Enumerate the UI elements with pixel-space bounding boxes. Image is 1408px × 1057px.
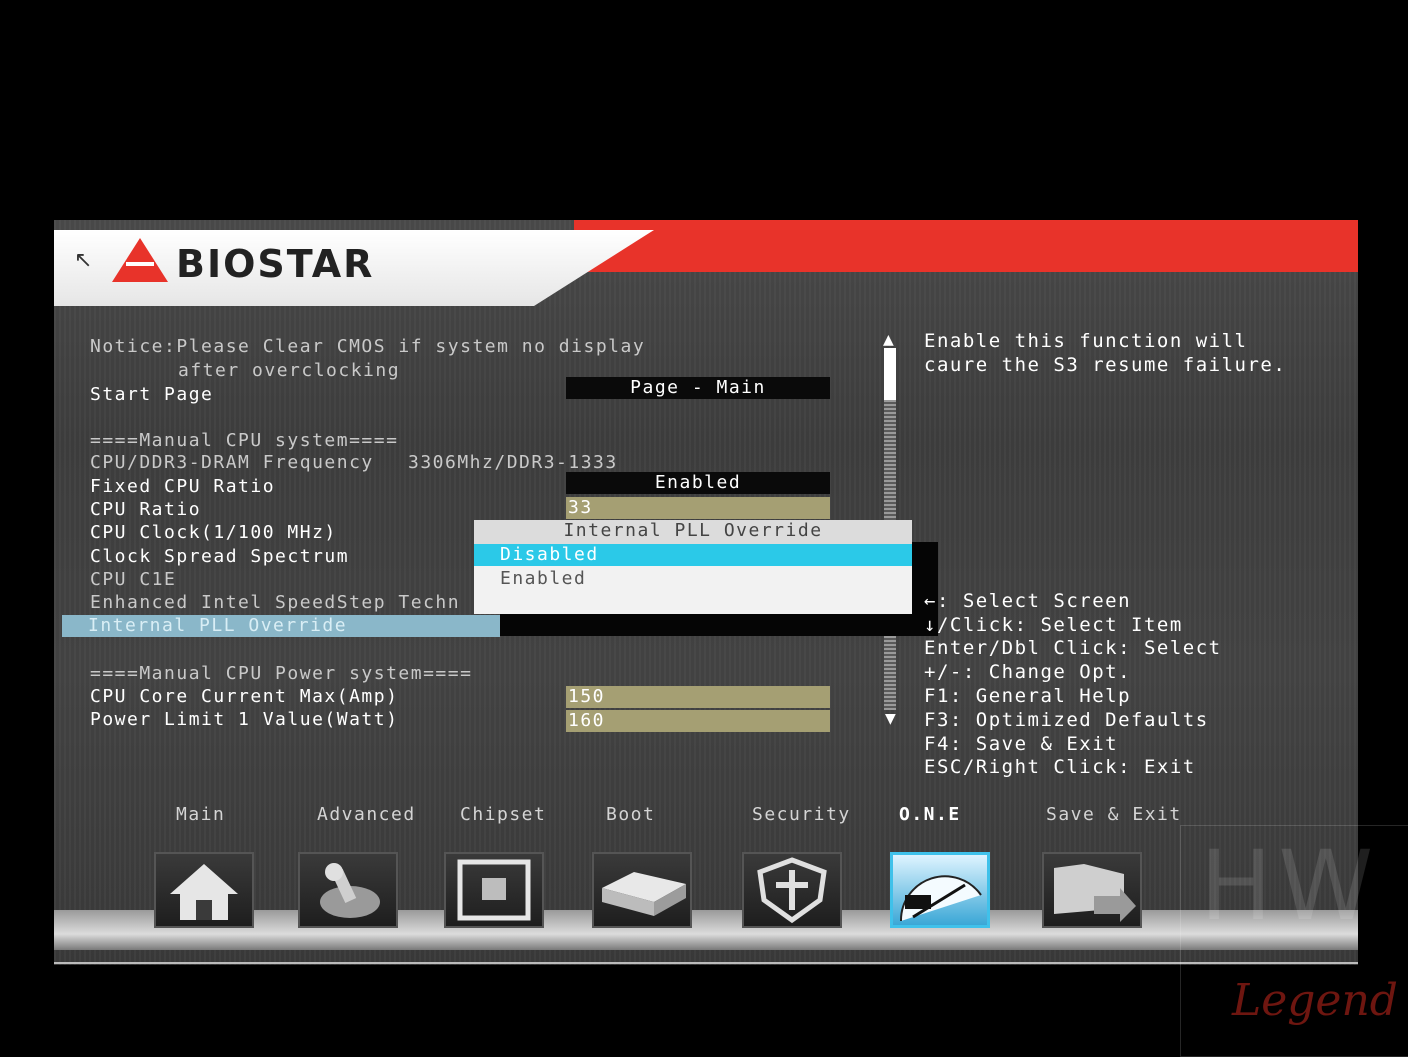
popup-title: Internal PLL Override xyxy=(474,520,912,544)
home-icon[interactable] xyxy=(154,852,254,928)
shield-icon-graphic xyxy=(757,857,827,924)
home-icon-graphic xyxy=(170,864,238,920)
setting-clock-spread[interactable]: Clock Spread Spectrum xyxy=(90,546,349,567)
help-key-f3: F3: Optimized Defaults xyxy=(924,709,1209,731)
scroll-down-arrow-icon[interactable]: ▼ xyxy=(885,711,896,727)
scroll-up-arrow-icon[interactable]: ▲ xyxy=(883,332,894,348)
joystick-icon-graphic xyxy=(320,863,380,918)
setting-speedstep: Enhanced Intel SpeedStep Techn xyxy=(90,592,461,613)
frequency-value: 3306Mhz/DDR3-1333 xyxy=(408,452,618,473)
header-red-bar xyxy=(574,220,1358,272)
setting-start-page[interactable]: Start Page xyxy=(90,384,213,405)
setting-power-limit[interactable]: Power Limit 1 Value(Watt) xyxy=(90,709,398,730)
help-key-enter: Enter/Dbl Click: Select xyxy=(924,637,1222,659)
joystick-icon[interactable] xyxy=(298,852,398,928)
setting-cpu-clock[interactable]: CPU Clock(1/100 MHz) xyxy=(90,522,337,543)
shield-icon[interactable] xyxy=(742,852,842,928)
tab-one-label[interactable]: O.N.E xyxy=(899,804,961,825)
section-header-power: ====Manual CPU Power system==== xyxy=(90,663,473,684)
setting-frequency: CPU/DDR3-DRAM Frequency xyxy=(90,452,374,473)
help-description-2: caure the S3 resume failure. xyxy=(924,354,1287,376)
setting-fixed-cpu-ratio[interactable]: Fixed CPU Ratio xyxy=(90,476,275,497)
setting-cpu-c1e: CPU C1E xyxy=(90,569,177,590)
bottom-divider xyxy=(54,962,1358,964)
drive-icon[interactable] xyxy=(592,852,692,928)
folder-arrow-icon-graphic xyxy=(1054,864,1136,922)
tab-security-label[interactable]: Security xyxy=(752,804,851,825)
start-page-value[interactable]: Page - Main xyxy=(566,377,830,399)
mouse-cursor-icon: ↖ xyxy=(74,248,93,273)
help-key-select-screen: ←: Select Screen xyxy=(924,590,1132,612)
notice-line-2: after overclocking xyxy=(178,360,401,381)
cpu-ratio-value[interactable]: 33 xyxy=(566,497,830,519)
help-key-esc: ESC/Right Click: Exit xyxy=(924,756,1196,778)
help-key-f1: F1: General Help xyxy=(924,685,1132,707)
bios-screen: ↖ BIOSTAR Notice:Please Clear CMOS if sy… xyxy=(54,220,1358,965)
gauge-icon-graphic xyxy=(899,875,982,922)
setting-internal-pll-override[interactable]: Internal PLL Override xyxy=(62,615,500,637)
setting-core-current[interactable]: CPU Core Current Max(Amp) xyxy=(90,686,398,707)
scrollbar-thumb[interactable] xyxy=(884,348,896,400)
tab-save-exit-label[interactable]: Save & Exit xyxy=(1046,804,1182,825)
chip-icon-graphic xyxy=(457,859,531,921)
core-current-value[interactable]: 150 xyxy=(566,686,830,708)
chip-icon[interactable] xyxy=(444,852,544,928)
gauge-icon[interactable] xyxy=(890,852,990,928)
brand-logo: BIOSTAR xyxy=(176,242,375,286)
tab-boot-label[interactable]: Boot xyxy=(606,804,655,825)
help-description-1: Enable this function will xyxy=(924,330,1248,352)
notice-line-1: Notice:Please Clear CMOS if system no di… xyxy=(90,336,646,357)
drive-icon-graphic xyxy=(602,872,686,916)
fixed-cpu-ratio-value[interactable]: Enabled xyxy=(566,472,830,494)
popup-option-disabled[interactable]: Disabled xyxy=(474,544,912,566)
watermark-legend: Legend xyxy=(1232,975,1398,1026)
help-key-select-item: ↓/Click: Select Item xyxy=(924,614,1183,636)
section-header-cpu: ====Manual CPU system==== xyxy=(90,430,399,451)
biostar-logo-icon xyxy=(112,238,168,282)
popup-option-enabled[interactable]: Enabled xyxy=(474,568,912,590)
tab-chipset-label[interactable]: Chipset xyxy=(460,804,546,825)
folder-arrow-icon[interactable] xyxy=(1042,852,1142,928)
biostar-logo-stripe xyxy=(126,262,154,266)
setting-cpu-ratio[interactable]: CPU Ratio xyxy=(90,499,201,520)
tab-main-label[interactable]: Main xyxy=(176,804,225,825)
help-key-f4: F4: Save & Exit xyxy=(924,733,1119,755)
tab-advanced-label[interactable]: Advanced xyxy=(317,804,416,825)
power-limit-value[interactable]: 160 xyxy=(566,710,830,732)
watermark-hw: HW xyxy=(1200,830,1380,942)
help-key-change-opt: +/-: Change Opt. xyxy=(924,661,1132,683)
